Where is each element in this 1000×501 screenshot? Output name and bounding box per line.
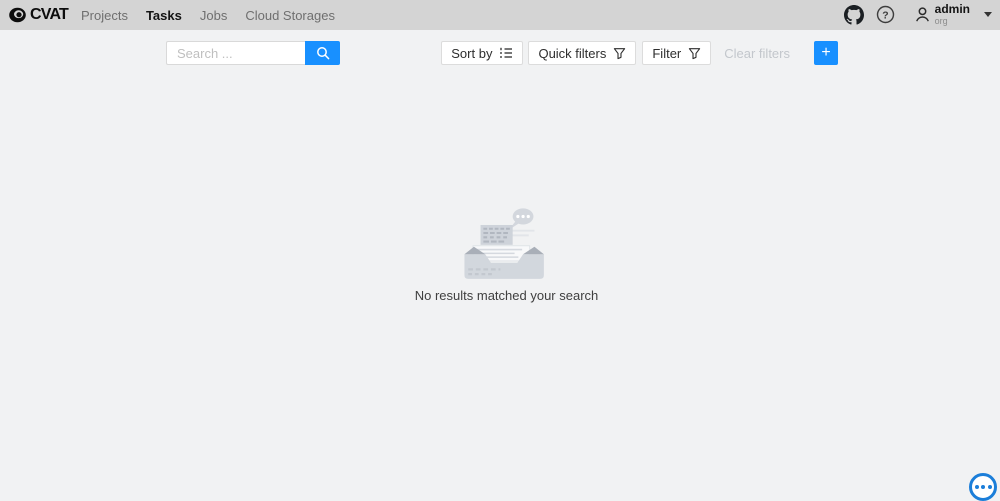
nav-item-jobs[interactable]: Jobs bbox=[200, 8, 227, 23]
filter-label: Filter bbox=[652, 46, 681, 61]
username: admin bbox=[935, 3, 970, 16]
empty-inbox-icon bbox=[13, 203, 1000, 281]
add-task-button[interactable]: + bbox=[814, 41, 838, 65]
filter-funnel-icon bbox=[613, 47, 626, 60]
top-navbar: CVAT Projects Tasks Jobs Cloud Storages … bbox=[0, 0, 1000, 30]
chat-widget-button[interactable] bbox=[969, 473, 997, 501]
chat-ellipsis-icon bbox=[988, 485, 992, 489]
tasks-toolbar: Sort by Quick filters Filte bbox=[166, 41, 838, 65]
clear-filters-link[interactable]: Clear filters bbox=[724, 46, 790, 61]
nav-item-tasks[interactable]: Tasks bbox=[146, 8, 182, 23]
ordered-list-icon bbox=[499, 46, 513, 60]
help-icon[interactable]: ? bbox=[876, 5, 896, 25]
sort-by-label: Sort by bbox=[451, 46, 492, 61]
sort-by-button[interactable]: Sort by bbox=[441, 41, 523, 65]
cvat-logo[interactable]: CVAT bbox=[8, 6, 68, 24]
header-right-controls: ? admin org bbox=[844, 3, 992, 26]
search-input[interactable] bbox=[166, 41, 305, 65]
search-button[interactable] bbox=[305, 41, 340, 65]
empty-state: No results matched your search bbox=[13, 203, 1000, 303]
quick-filters-label: Quick filters bbox=[538, 46, 606, 61]
chat-ellipsis-icon bbox=[975, 485, 979, 489]
nav-item-projects[interactable]: Projects bbox=[81, 8, 128, 23]
main-nav: Projects Tasks Jobs Cloud Storages bbox=[81, 8, 335, 23]
svg-text:?: ? bbox=[882, 11, 888, 22]
search-group bbox=[166, 41, 340, 65]
empty-state-message: No results matched your search bbox=[13, 288, 1000, 303]
user-menu[interactable]: admin org bbox=[914, 3, 992, 26]
cvat-eye-icon bbox=[8, 6, 27, 24]
org-label: org bbox=[935, 17, 970, 27]
chat-ellipsis-icon bbox=[981, 485, 985, 489]
filters-group: Sort by Quick filters Filte bbox=[441, 41, 838, 65]
cvat-logo-text: CVAT bbox=[30, 7, 68, 23]
filter-button[interactable]: Filter bbox=[642, 41, 711, 65]
filter-funnel-icon bbox=[688, 47, 701, 60]
user-icon bbox=[914, 6, 931, 23]
nav-item-cloud-storages[interactable]: Cloud Storages bbox=[245, 8, 335, 23]
caret-down-icon bbox=[984, 12, 992, 17]
user-text: admin org bbox=[935, 3, 970, 26]
quick-filters-button[interactable]: Quick filters bbox=[528, 41, 636, 65]
search-icon bbox=[316, 46, 330, 60]
github-icon[interactable] bbox=[844, 5, 864, 25]
